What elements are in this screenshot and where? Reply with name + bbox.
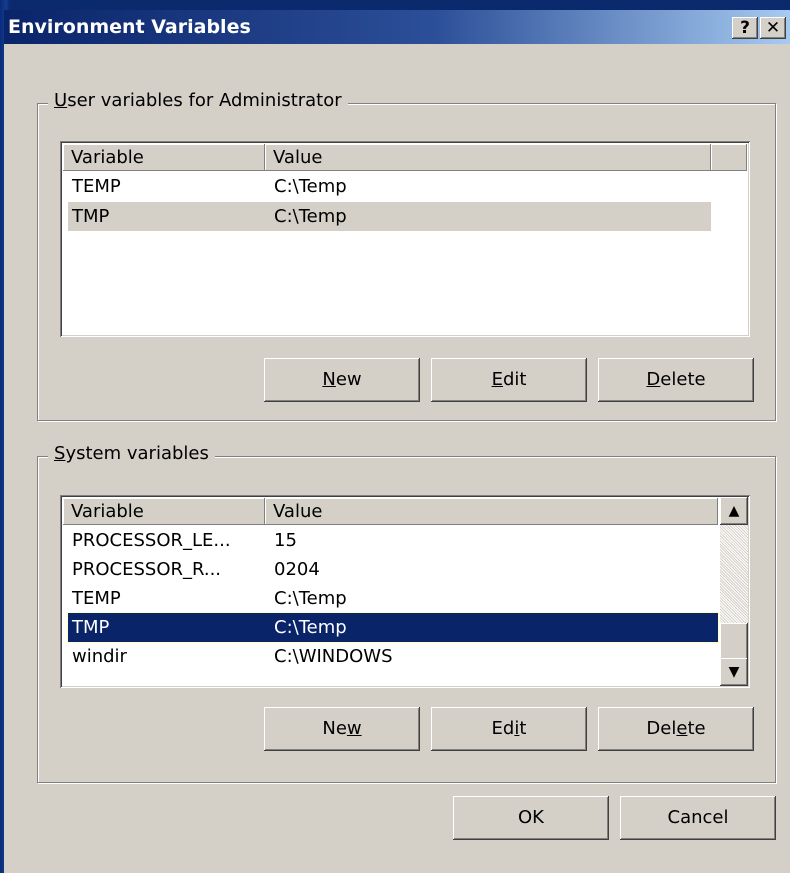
- environment-variables-dialog: Environment Variables ? ✕ User variables…: [4, 10, 790, 873]
- scroll-up-icon[interactable]: ▲: [720, 497, 748, 525]
- variable-value: 15: [274, 530, 297, 551]
- variable-name: TMP: [72, 206, 110, 227]
- system-variables-group: System variables Variable Value PROCESSO…: [37, 443, 776, 783]
- user-edit-button[interactable]: Edit: [431, 358, 587, 402]
- variable-name: windir: [72, 646, 127, 667]
- vertical-scrollbar[interactable]: ▲ ▼: [720, 497, 748, 686]
- variable-name: TEMP: [72, 176, 121, 197]
- list-item[interactable]: PROCESSOR_R... 0204: [68, 555, 718, 584]
- list-item[interactable]: windir C:\WINDOWS: [68, 642, 718, 671]
- system-new-button[interactable]: New: [264, 707, 420, 751]
- column-header-variable[interactable]: Variable: [63, 144, 265, 171]
- column-header-variable[interactable]: Variable: [63, 498, 265, 525]
- variable-value: C:\Temp: [274, 588, 347, 609]
- variable-value: C:\Temp: [274, 617, 347, 638]
- system-edit-button[interactable]: Edit: [431, 707, 587, 751]
- list-item-selected[interactable]: TMP C:\Temp: [67, 612, 719, 643]
- column-header-value[interactable]: Value: [265, 498, 718, 525]
- list-item[interactable]: TEMP C:\Temp: [68, 172, 711, 201]
- user-variables-label: User variables for Administrator: [48, 90, 348, 111]
- close-button[interactable]: ✕: [760, 17, 786, 39]
- cancel-button[interactable]: Cancel: [620, 796, 776, 840]
- user-variables-group: User variables for Administrator Variabl…: [37, 90, 776, 421]
- user-new-button[interactable]: New: [264, 358, 420, 402]
- ok-button[interactable]: OK: [453, 796, 609, 840]
- variable-value: 0204: [274, 559, 320, 580]
- scroll-down-icon[interactable]: ▼: [720, 658, 748, 686]
- variable-value: C:\WINDOWS: [274, 646, 393, 667]
- list-item[interactable]: TEMP C:\Temp: [68, 584, 718, 613]
- variable-value: C:\Temp: [274, 206, 347, 227]
- title-bar[interactable]: Environment Variables ? ✕: [4, 10, 790, 44]
- variable-value: C:\Temp: [274, 176, 347, 197]
- variable-name: TMP: [72, 617, 110, 638]
- user-variables-list[interactable]: Variable Value TEMP C:\Temp TMP C:\Temp: [60, 141, 750, 337]
- variable-name: TEMP: [72, 588, 121, 609]
- variable-name: PROCESSOR_R...: [72, 559, 222, 580]
- system-delete-button[interactable]: Delete: [598, 707, 754, 751]
- column-header-value[interactable]: Value: [265, 144, 711, 171]
- system-variables-list[interactable]: Variable Value PROCESSOR_LE... 15 PROCES…: [60, 495, 750, 688]
- variable-name: PROCESSOR_LE...: [72, 530, 231, 551]
- user-delete-button[interactable]: Delete: [598, 358, 754, 402]
- system-variables-label: System variables: [48, 443, 215, 464]
- list-item-selected[interactable]: TMP C:\Temp: [68, 202, 711, 231]
- window-title: Environment Variables: [8, 16, 251, 38]
- list-item[interactable]: PROCESSOR_LE... 15: [68, 526, 718, 555]
- help-button[interactable]: ?: [732, 17, 758, 39]
- column-header-spacer: [711, 144, 747, 171]
